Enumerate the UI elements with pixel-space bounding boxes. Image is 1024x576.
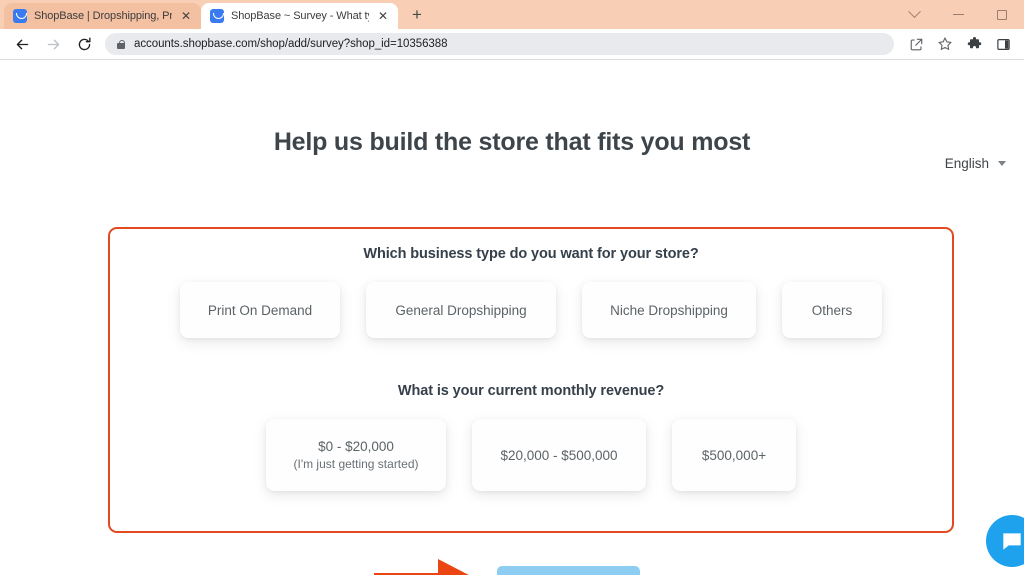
reload-icon[interactable] xyxy=(70,30,98,58)
bookmark-star-icon[interactable] xyxy=(932,31,958,57)
next-button[interactable]: Next xyxy=(497,566,640,575)
browser-tab-1[interactable]: ShopBase | Dropshipping, Print-o ✕ xyxy=(4,3,201,29)
language-label: English xyxy=(944,156,989,171)
shopbase-favicon xyxy=(13,9,27,23)
chevron-down-icon[interactable] xyxy=(892,0,936,29)
extensions-puzzle-icon[interactable] xyxy=(961,31,987,57)
option-label: Others xyxy=(811,302,853,318)
shopbase-favicon xyxy=(210,9,224,23)
forward-arrow-icon xyxy=(39,30,67,58)
browser-tab-2[interactable]: ShopBase ~ Survey - What type o ✕ xyxy=(201,3,398,29)
option-others[interactable]: Others xyxy=(782,282,882,338)
question-monthly-revenue: What is your current monthly revenue? xyxy=(397,383,665,399)
option-label: General Dropshipping xyxy=(395,302,527,318)
business-type-options: Print On Demand General Dropshipping Nic… xyxy=(110,282,952,338)
page-content: English Help us build the store that fit… xyxy=(0,60,1024,575)
window-controls xyxy=(892,0,1024,29)
lock-icon xyxy=(117,39,126,49)
option-label: $500,000+ xyxy=(701,447,767,463)
monthly-revenue-options: $0 - $20,000 (I'm just getting started) … xyxy=(110,419,952,491)
language-selector[interactable]: English xyxy=(945,156,1006,171)
share-icon[interactable] xyxy=(903,31,929,57)
tab-title: ShopBase | Dropshipping, Print-o xyxy=(34,10,172,22)
chat-bubble-icon xyxy=(1003,533,1021,550)
arrow-right-annotation xyxy=(374,559,469,575)
option-general-dropshipping[interactable]: General Dropshipping xyxy=(366,282,556,338)
question-business-type: Which business type do you want for your… xyxy=(363,246,699,262)
close-icon[interactable]: ✕ xyxy=(179,9,193,23)
option-label: Print On Demand xyxy=(207,302,313,318)
url-text: accounts.shopbase.com/shop/add/survey?sh… xyxy=(134,38,448,50)
page-title: Help us build the store that fits you mo… xyxy=(273,128,751,156)
close-icon[interactable]: ✕ xyxy=(376,9,390,23)
option-label: $20,000 - $500,000 xyxy=(500,447,618,463)
chevron-down-icon xyxy=(998,161,1006,166)
option-revenue-20k-500k[interactable]: $20,000 - $500,000 xyxy=(472,419,646,491)
option-revenue-500k-plus[interactable]: $500,000+ xyxy=(672,419,796,491)
option-label: $0 - $20,000 xyxy=(318,439,394,454)
maximize-icon[interactable] xyxy=(980,0,1024,29)
browser-window: ShopBase | Dropshipping, Print-o ✕ ShopB… xyxy=(0,0,1024,576)
survey-container: Which business type do you want for your… xyxy=(108,227,954,533)
option-revenue-0-20k[interactable]: $0 - $20,000 (I'm just getting started) xyxy=(266,419,446,491)
option-niche-dropshipping[interactable]: Niche Dropshipping xyxy=(582,282,756,338)
option-sublabel: (I'm just getting started) xyxy=(293,457,419,471)
option-label: Niche Dropshipping xyxy=(610,302,728,318)
tab-strip: ShopBase | Dropshipping, Print-o ✕ ShopB… xyxy=(0,0,1024,29)
side-panel-icon[interactable] xyxy=(990,31,1016,57)
new-tab-button[interactable]: + xyxy=(404,2,430,28)
address-bar[interactable]: accounts.shopbase.com/shop/add/survey?sh… xyxy=(105,33,894,55)
browser-toolbar: accounts.shopbase.com/shop/add/survey?sh… xyxy=(0,29,1024,60)
option-print-on-demand[interactable]: Print On Demand xyxy=(180,282,340,338)
minimize-icon[interactable] xyxy=(936,0,980,29)
back-arrow-icon[interactable] xyxy=(8,30,36,58)
tab-title: ShopBase ~ Survey - What type o xyxy=(231,10,369,22)
survey-footer: Next xyxy=(0,550,1024,575)
